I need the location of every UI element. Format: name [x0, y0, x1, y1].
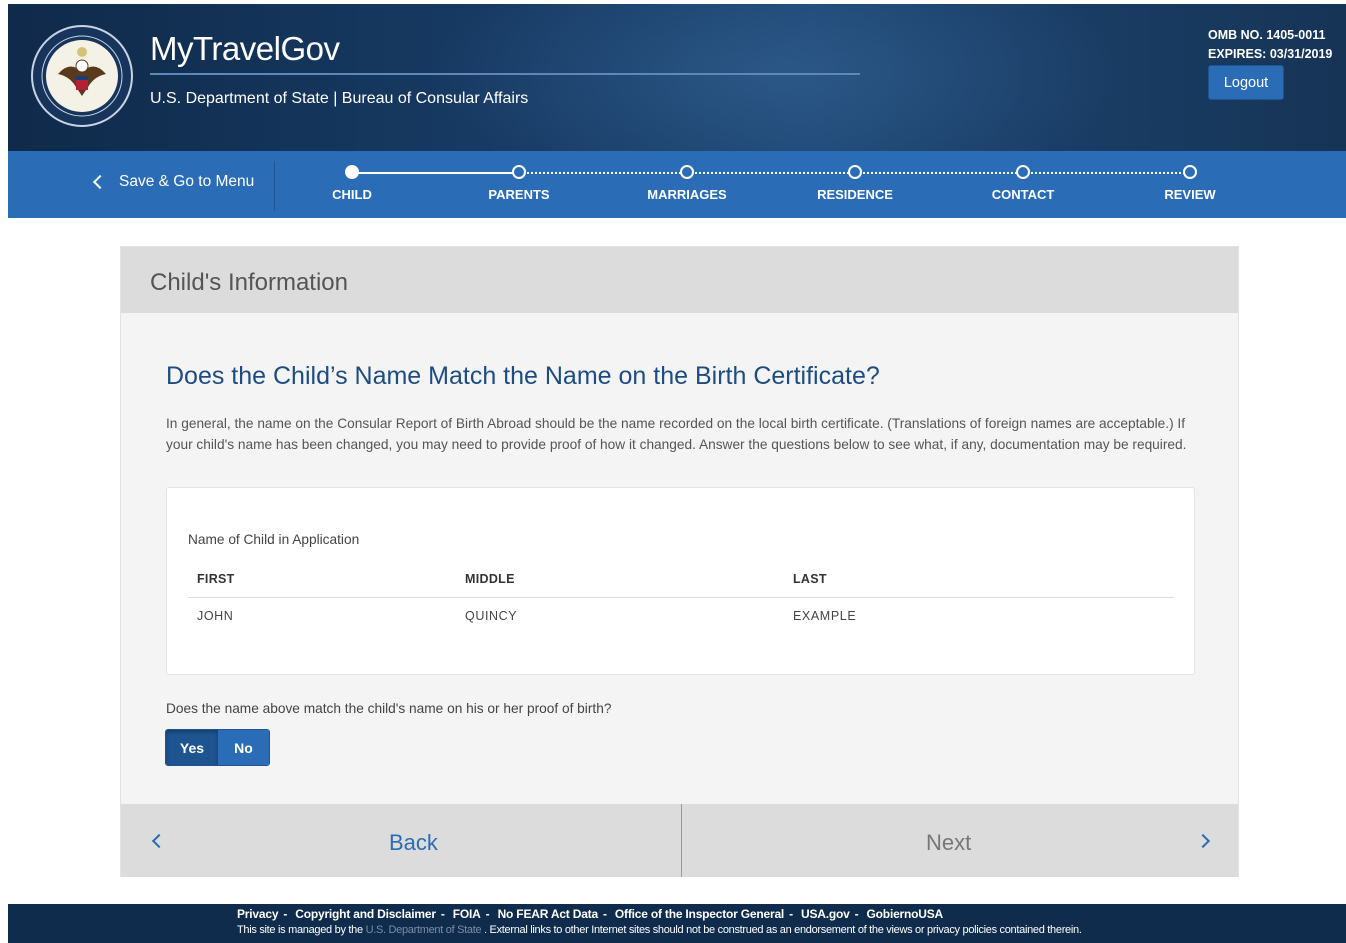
save-and-go-to-menu-button[interactable]: Save & Go to Menu [91, 173, 254, 191]
step-review[interactable]: REVIEW [1164, 165, 1216, 202]
next-button[interactable]: Next [682, 804, 1240, 877]
yes-button[interactable]: Yes [166, 730, 218, 765]
last-name-value: EXAMPLE [793, 609, 857, 623]
omb-expires: EXPIRES: 03/31/2019 [1208, 47, 1333, 61]
title-underline [150, 73, 860, 75]
header-background-glow [428, 4, 1128, 151]
step-dot [512, 165, 526, 179]
footer-separator: - [789, 907, 793, 921]
step-dot [680, 165, 694, 179]
next-label: Next [926, 830, 972, 855]
step-dot-active [345, 165, 359, 179]
site-footer: Privacy - Copyright and Disclaimer - FOIA -… [8, 904, 1346, 943]
department-seal-icon [31, 25, 133, 127]
footer-separator: - [283, 907, 288, 921]
omb-info: OMB NO. 1405-0011 EXPIRES: 03/31/2019 [1208, 26, 1332, 64]
back-button[interactable]: Back [121, 804, 681, 877]
table-divider [188, 597, 1174, 598]
step-label: CHILD [332, 187, 372, 202]
footer-links: Privacy - Copyright and Disclaimer - FOIA -… [237, 907, 943, 921]
step-label: REVIEW [1164, 187, 1216, 202]
omb-number: OMB NO. 1405-0011 [1208, 28, 1326, 42]
step-residence[interactable]: RESIDENCE [817, 165, 893, 202]
step-label: MARRIAGES [647, 187, 727, 202]
footer-separator: - [602, 907, 607, 921]
notice-suffix: . External links to other Internet sites… [484, 924, 1082, 936]
step-marriages[interactable]: MARRIAGES [647, 165, 727, 202]
intro-text: In general, the name on the Consular Rep… [166, 416, 1187, 452]
footer-link-usa-gov[interactable]: USA.gov [801, 907, 850, 921]
step-divider [274, 161, 275, 211]
card-navigation: Back Next [121, 804, 1238, 877]
name-panel-caption: Name of Child in Application [188, 532, 360, 547]
back-label: Back [389, 830, 438, 855]
chevron-left-icon [151, 833, 167, 849]
footer-link-privacy[interactable]: Privacy [237, 907, 279, 921]
site-header: MyTravelGov U.S. Department of State | B… [8, 4, 1346, 151]
site-title[interactable]: MyTravelGov [150, 30, 340, 68]
notice-prefix: This site is managed by the [237, 924, 363, 936]
match-question: Does the name above match the child's na… [166, 701, 612, 716]
step-label: PARENTS [488, 187, 550, 202]
footer-link-foia[interactable]: FOIA [453, 907, 481, 921]
footer-link-no-fear[interactable]: No FEAR Act Data [498, 907, 599, 921]
step-contact[interactable]: CONTACT [992, 165, 1054, 202]
child-name-panel: Name of Child in Application FIRST MIDDL… [166, 487, 1195, 675]
footer-separator: - [440, 907, 445, 921]
yes-no-toggle: Yes No [165, 729, 270, 766]
footer-notice: This site is managed by the U.S. Departm… [237, 924, 1082, 936]
step-dot [1016, 165, 1030, 179]
step-label: RESIDENCE [817, 187, 893, 202]
footer-link-copyright[interactable]: Copyright and Disclaimer [295, 907, 436, 921]
question-title: Does the Child’s Name Match the Name on … [166, 362, 880, 390]
column-header-first: FIRST [197, 572, 235, 586]
first-name-value: JOHN [197, 609, 234, 623]
logout-button[interactable]: Logout [1208, 65, 1284, 100]
footer-link-gobierno-usa[interactable]: GobiernoUSA [867, 907, 944, 921]
card-heading: Child's Information [150, 269, 348, 296]
no-button[interactable]: No [218, 730, 269, 765]
footer-link-inspector-general[interactable]: Office of the Inspector General [615, 907, 784, 921]
step-label: CONTACT [991, 187, 1055, 202]
site-subtitle: U.S. Department of State | Bureau of Con… [150, 90, 529, 107]
chevron-right-icon [1195, 833, 1211, 849]
progress-bar: Save & Go to Menu CHILD PARENTS MARRIAGE… [8, 151, 1346, 218]
chevron-left-icon [92, 174, 108, 190]
step-dot [848, 165, 862, 179]
footer-separator: - [485, 907, 490, 921]
column-header-last: LAST [793, 572, 827, 586]
step-child[interactable]: CHILD [332, 165, 372, 202]
child-information-card: Child's Information Does the Child’s Nam… [120, 246, 1239, 877]
step-parents[interactable]: PARENTS [488, 165, 550, 202]
footer-separator: - [854, 907, 859, 921]
column-header-middle: MIDDLE [465, 572, 515, 586]
save-menu-label: Save & Go to Menu [119, 173, 255, 190]
step-track-completed [352, 172, 512, 174]
step-dot [1183, 165, 1197, 179]
card-header: Child's Information [121, 247, 1238, 313]
notice-state-link[interactable]: U.S. Department of State [366, 924, 482, 936]
middle-name-value: QUINCY [465, 609, 518, 623]
